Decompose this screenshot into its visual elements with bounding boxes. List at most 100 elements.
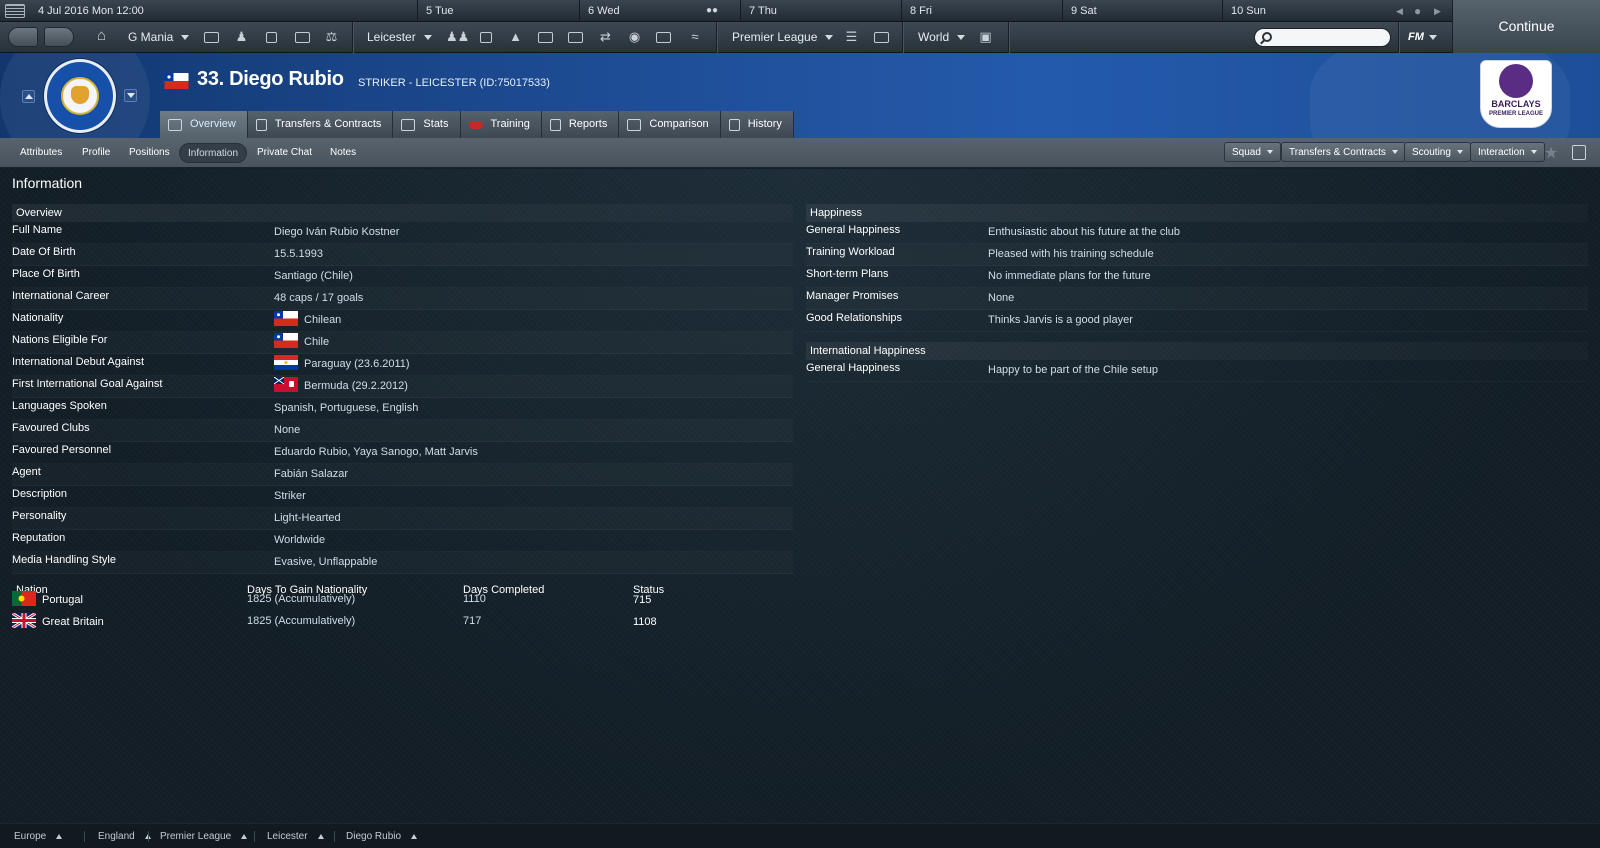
tactics-icon[interactable] [480,32,492,43]
button-label: Squad [1232,147,1261,158]
list-icon[interactable]: ☰ [844,30,859,43]
tab-reports[interactable]: Reports [541,111,620,138]
transfers-icon[interactable]: ⇄ [598,30,613,43]
inbox-icon[interactable] [204,32,219,43]
calendar-prev-icon[interactable]: ◀ [1396,0,1403,22]
breadcrumb-premier-league[interactable]: Premier League [160,824,248,848]
world-dropdown[interactable]: World [918,22,966,53]
staff-icon[interactable]: ♟ [234,30,249,43]
breadcrumb-europe[interactable]: Europe [14,824,63,848]
bag-icon[interactable] [295,32,310,43]
search-icon [1262,32,1272,42]
breadcrumb: Europe England Premier League Leicester … [0,823,1600,848]
calendar-day-thu[interactable]: 7 Thu [740,0,901,22]
breadcrumb-diego-rubio[interactable]: Diego Rubio [346,824,418,848]
calendar-today-icon[interactable]: ● [1414,0,1421,22]
table-row[interactable]: Portugal 1825 (Accumulatively) 1110 715 [12,590,793,612]
club-crest[interactable] [44,59,116,133]
notes-icon[interactable] [1572,145,1586,160]
star-icon[interactable]: ★ [1544,143,1558,163]
breadcrumb-leicester[interactable]: Leicester [267,824,324,848]
info-value[interactable]: Chile [274,333,330,348]
fox-icon [71,86,89,104]
paraguay-flag-icon [274,355,298,370]
fixtures-icon[interactable] [874,32,889,43]
info-value: None [274,424,300,436]
premier-league-logo[interactable]: BARCLAYS PREMIER LEAGUE [1480,60,1552,128]
info-row-international-career: International Career 48 caps / 17 goals [12,288,793,310]
chart-icon[interactable]: ≈ [686,30,704,43]
info-value-text: Worldwide [274,534,326,546]
info-value[interactable]: Bermuda (29.2.2012) [274,377,408,392]
info-label: Agent [12,466,41,478]
info-row-nations-eligible-for: Nations Eligible For Chile [12,332,793,354]
subtab-profile[interactable]: Profile [74,143,118,163]
team-meeting-icon[interactable]: ●● [706,5,724,17]
transfers-contracts-menu-button[interactable]: Transfers & Contracts [1281,142,1406,162]
squad-menu-button[interactable]: Squad [1224,142,1281,162]
table-row[interactable]: Great Britain 1825 (Accumulatively) 717 … [12,612,793,634]
competition-dropdown[interactable]: Premier League [732,22,834,53]
info-row-full-name: Full Name Diego Iván Rubio Kostner [12,222,793,244]
chevron-up-icon [317,833,324,839]
subtab-attributes[interactable]: Attributes [12,143,70,163]
search-input[interactable] [1254,28,1391,47]
continue-button[interactable]: Continue [1452,0,1600,53]
tab-comparison[interactable]: Comparison [619,111,721,138]
folder-icon[interactable] [538,32,553,43]
podium-icon[interactable]: ▣ [978,30,993,43]
previous-player-button[interactable] [22,90,35,103]
club-dropdown[interactable]: Leicester [367,22,432,53]
info-value[interactable]: Paraguay (23.6.2011) [274,355,410,370]
subtab-information[interactable]: Information [179,143,248,163]
squad-icon[interactable]: ♟♟ [446,30,469,43]
interaction-menu-button[interactable]: Interaction [1470,142,1545,162]
subtab-private-chat[interactable]: Private Chat [249,143,320,163]
calendar-day-sun[interactable]: 10 Sun [1222,0,1382,22]
fm-menu-button[interactable]: FM [1408,22,1437,53]
manager-dropdown[interactable]: G Mania [128,22,190,53]
report-icon [549,118,561,131]
calendar-day-fri[interactable]: 8 Fri [901,0,1062,22]
happiness-section-header: Happiness [806,204,1588,222]
chevron-down-icon [1391,150,1398,155]
forward-button[interactable] [44,27,74,47]
calendar-next-icon[interactable]: ▶ [1434,0,1441,22]
info-row-nationality: Nationality Chilean [12,310,793,332]
chile-flag-icon [164,73,189,89]
subtab-notes[interactable]: Notes [322,143,364,163]
tab-transfers-contracts[interactable]: Transfers & Contracts [247,111,394,138]
fm-logo: FM [1408,31,1424,43]
back-button[interactable] [8,27,38,47]
breadcrumb-england[interactable]: England [98,824,151,848]
info-value-text: 15.5.1993 [274,248,323,260]
calendar-day-tue[interactable]: 5 Tue [417,0,579,22]
training-icon [468,120,483,129]
calendar-current-date[interactable]: 4 Jul 2016 Mon 12:00 [30,0,414,22]
calendar-icon[interactable] [568,32,583,43]
training-cone-icon[interactable]: ▲ [508,30,523,43]
tab-overview[interactable]: Overview [160,111,248,138]
chevron-down-icon [1530,150,1537,155]
info-value-text: Light-Hearted [274,512,341,524]
calendar-day-sat[interactable]: 9 Sat [1062,0,1222,22]
finances-icon[interactable] [656,32,671,43]
scouting-icon[interactable]: ◉ [627,30,642,43]
button-label: Transfers & Contracts [1289,147,1386,158]
scales-icon[interactable]: ⚖ [324,30,339,43]
subtab-positions[interactable]: Positions [121,143,178,163]
info-row-personality: Personality Light-Hearted [12,508,793,530]
tab-history[interactable]: History [720,111,794,138]
info-value-text: Chile [304,336,330,348]
home-icon[interactable]: ⌂ [94,28,109,43]
days-completed-cell: 717 [463,615,482,627]
scouting-menu-button[interactable]: Scouting [1404,142,1471,162]
notes-icon[interactable] [266,32,277,43]
tab-stats[interactable]: Stats [393,111,461,138]
tab-label: Stats [423,118,449,130]
next-player-button[interactable] [124,89,137,102]
info-value[interactable]: Chilean [274,311,341,326]
breadcrumb-label: England [98,831,135,842]
calendar-menu-icon[interactable] [5,4,25,18]
tab-training[interactable]: Training [460,111,542,138]
